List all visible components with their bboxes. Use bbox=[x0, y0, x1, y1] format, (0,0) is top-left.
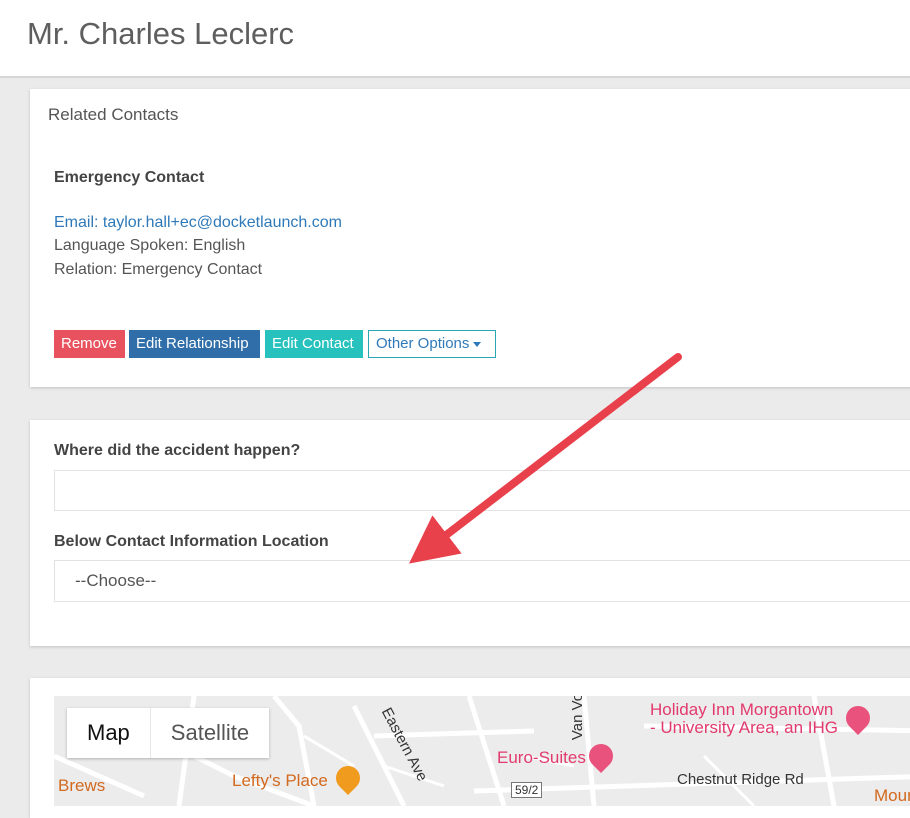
poi-euro-suites[interactable]: Euro-Suites bbox=[497, 748, 586, 768]
edit-contact-button[interactable]: Edit Contact bbox=[265, 330, 363, 358]
accident-location-question-label: Where did the accident happen? bbox=[54, 442, 301, 459]
accident-location-input[interactable] bbox=[54, 470, 910, 511]
related-contacts-heading: Related Contacts bbox=[48, 105, 179, 124]
contact-location-label: Below Contact Information Location bbox=[54, 533, 329, 550]
poi-holiday-inn-line2[interactable]: - University Area, an IHG bbox=[650, 718, 838, 738]
road-label-chestnut: Chestnut Ridge Rd bbox=[677, 771, 804, 788]
poi-brews[interactable]: Brews bbox=[58, 776, 105, 796]
contact-email-link[interactable]: Email: taylor.hall+ec@docketlaunch.com bbox=[54, 214, 342, 232]
road-label-van-voorhis: Van Vo bbox=[569, 696, 587, 741]
contact-type-heading: Emergency Contact bbox=[54, 169, 205, 186]
edit-relationship-button[interactable]: Edit Relationship bbox=[129, 330, 260, 358]
contact-relation: Relation: Emergency Contact bbox=[54, 261, 263, 278]
satellite-view-button[interactable]: Satellite bbox=[149, 708, 269, 758]
map-view[interactable]: Map Satellite Eastern Ave Van Vo Chestnu… bbox=[54, 696, 910, 806]
caret-down-icon bbox=[473, 341, 482, 347]
map-view-button[interactable]: Map bbox=[67, 708, 150, 758]
other-options-button[interactable]: Other Options bbox=[368, 330, 496, 358]
map-card: Map Satellite Eastern Ave Van Vo Chestnu… bbox=[30, 678, 910, 818]
page-title: Mr. Charles Leclerc bbox=[27, 16, 295, 51]
accident-form-card: Where did the accident happen? Below Con… bbox=[30, 420, 910, 646]
page-header: Mr. Charles Leclerc bbox=[0, 0, 910, 78]
remove-button[interactable]: Remove bbox=[54, 330, 125, 358]
other-options-label: Other Options bbox=[376, 335, 470, 352]
map-type-toggle: Map Satellite bbox=[67, 708, 270, 758]
poi-holiday-inn-line1[interactable]: Holiday Inn Morgantown bbox=[650, 700, 833, 720]
route-shield: 59/2 bbox=[511, 782, 543, 798]
poi-mountain[interactable]: Mountai bbox=[874, 786, 910, 806]
contact-language: Language Spoken: English bbox=[54, 237, 246, 254]
contact-location-select[interactable]: --Choose-- bbox=[54, 560, 910, 602]
poi-leftys-place[interactable]: Lefty's Place bbox=[232, 771, 328, 791]
related-contacts-card: Related Contacts Emergency Contact Email… bbox=[30, 89, 910, 387]
